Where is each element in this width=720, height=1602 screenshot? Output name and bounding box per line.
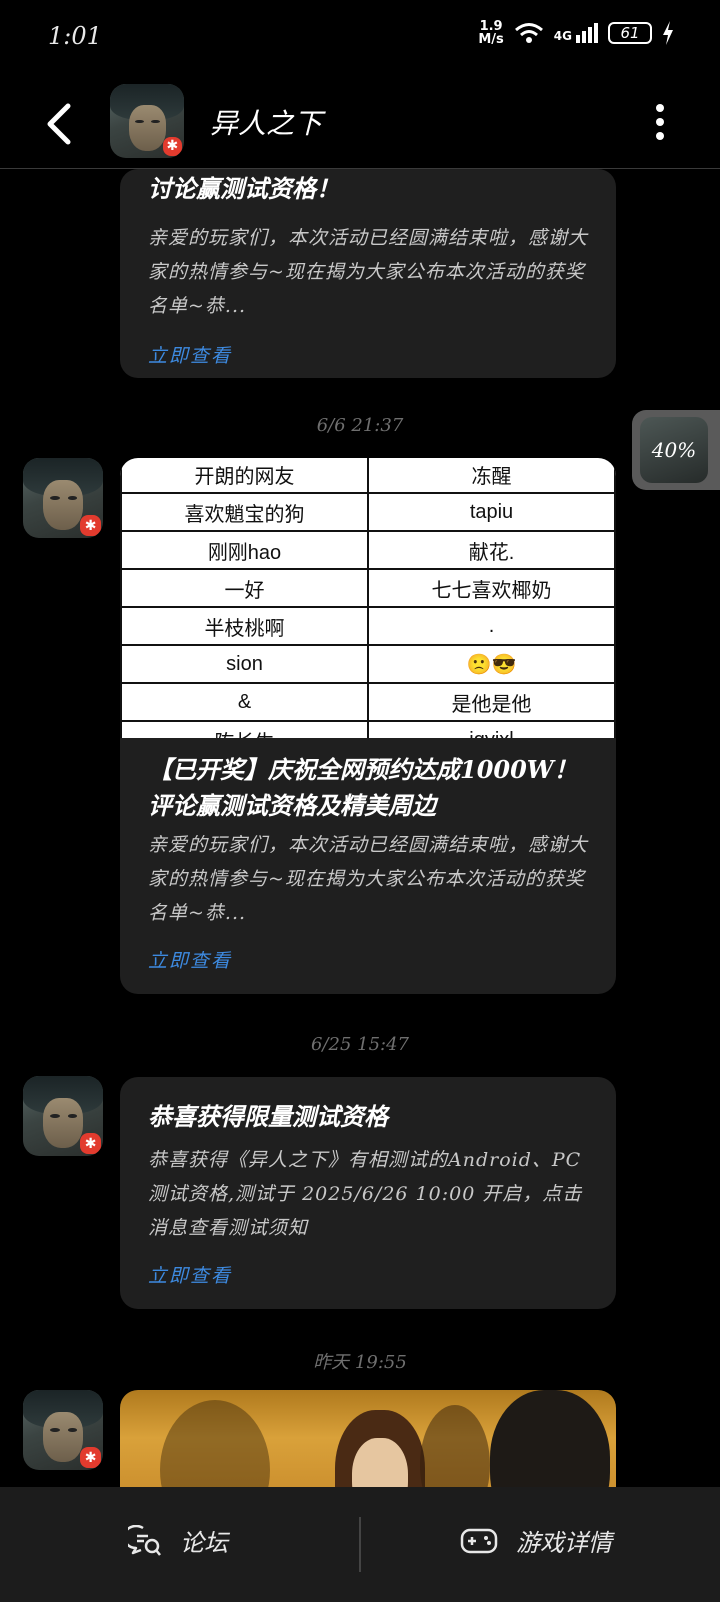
message-body: 亲爱的玩家们，本次活动已经圆满结束啦，感谢大家的热情参与~现在揭为大家公布本次活… [148,834,589,924]
status-icons: 1.9 M/s 4G 61 [478,20,674,46]
channel-title: 异人之下 [210,107,323,140]
winners-table-image[interactable]: 开朗的网友 冻醒 喜欢魈宝的狗 tapiu 刚刚hao 献花. 一好 七七喜欢椰奶 半枝… [120,458,616,738]
chat-header: ✱ 异人之下 [0,78,720,169]
nav-divider [359,1517,361,1572]
nav-game-details[interactable]: 游戏详情 [460,1523,612,1558]
table-row: 喜欢魈宝的狗 tapiu [120,492,616,532]
table-row: 一好 七七喜欢椰奶 [120,568,616,608]
table-row: 开朗的网友 冻醒 [120,458,616,494]
timestamp: 昨天 19:55 [313,1352,407,1373]
nav-game-details-label: 游戏详情 [516,1529,612,1557]
battery-icon: 61 [608,22,652,44]
nav-forum-label: 论坛 [180,1529,228,1557]
table-row: & 是他是他 [120,682,616,722]
message-card[interactable]: 恭喜获得限量测试资格 恭喜获得《异人之下》有相测试的Android、PC测试资格… [120,1077,616,1309]
channel-avatar[interactable]: ✱ [110,84,184,158]
sender-avatar[interactable]: ✱ [23,1390,103,1470]
floating-progress-widget[interactable]: 40% [632,410,720,490]
message-title: 恭喜获得限量测试资格 [148,1102,388,1131]
message-body: 亲爱的玩家们，本次活动已经圆满结束啦，感谢大家的热情参与~现在揭为大家公布本次活… [148,227,589,317]
view-now-link[interactable]: 立即查看 [148,946,588,973]
table-row: 刚刚hao 献花. [120,530,616,570]
sender-avatar[interactable]: ✱ [23,458,103,538]
gamepad-icon [460,1528,498,1553]
progress-percent: 40% [640,417,708,483]
message-card[interactable]: 【已开奖】庆祝全网预约达成1000W！评论赢测试资格及精美周边 亲爱的玩家们，本… [120,738,616,994]
message-title: 讨论赢测试资格！ [148,174,340,203]
nav-forum[interactable]: 论坛 [128,1523,228,1558]
more-options-icon[interactable] [652,102,668,142]
wifi-icon [514,23,543,43]
sender-avatar[interactable]: ✱ [23,1076,103,1156]
network-speed: 1.9 M/s [478,19,504,47]
status-time: 1:01 [48,22,102,50]
charging-icon [663,21,673,45]
timestamp: 6/25 15:47 [310,1034,409,1055]
table-row: 半枝桃啊. [120,606,616,646]
bottom-nav: 论坛 游戏详情 [0,1487,720,1602]
message-body: 恭喜获得《异人之下》有相测试的Android、PC测试资格,测试于 2025/6… [148,1149,583,1239]
back-arrow-icon[interactable] [40,100,80,148]
table-row: 陈长生jqyixl [120,720,616,738]
timestamp: 6/6 21:37 [316,415,404,436]
view-now-link[interactable]: 立即查看 [148,341,588,368]
cell-signal-icon: 4G [554,23,598,43]
forum-icon [128,1524,161,1556]
message-title: 【已开奖】庆祝全网预约达成1000W！评论赢测试资格及精美周边 [148,755,578,820]
table-row: sion 🙁😎 [120,644,616,684]
message-card[interactable]: 讨论赢测试资格！ 亲爱的玩家们，本次活动已经圆满结束啦，感谢大家的热情参与~现在… [120,169,616,378]
view-now-link[interactable]: 立即查看 [148,1261,588,1288]
